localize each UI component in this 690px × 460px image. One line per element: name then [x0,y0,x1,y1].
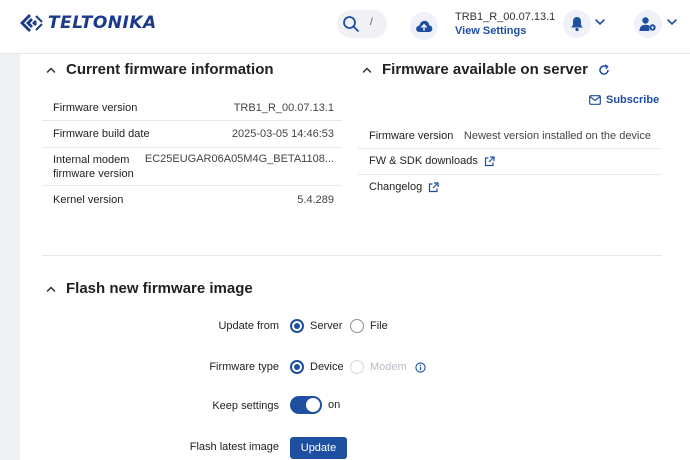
table-row: Internal modem firmware version EC25EUGA… [42,148,342,186]
radio-server[interactable]: Server [290,319,342,333]
radio-dot-disabled [350,360,364,374]
radio-label: Server [310,320,343,332]
table-row: Kernel version 5.4.289 [42,186,342,212]
external-link-icon [484,155,495,166]
flash-fw-title: Flash new firmware image [66,280,253,297]
current-fw-header[interactable]: Current firmware information [46,61,274,78]
radio-device[interactable]: Device [290,360,344,374]
update-from-label: Update from [218,320,279,332]
row-value: 2025-03-05 14:46:53 [231,128,334,140]
fw-sdk-downloads-link[interactable]: FW & SDK downloads [369,155,495,167]
subscribe-button[interactable]: Subscribe [589,94,659,106]
firmware-card: Current firmware information Firmware ve… [20,54,690,460]
row-label: Firmware version [369,130,454,142]
firmware-type-label: Firmware type [209,361,279,373]
row-label: Kernel version [53,194,124,206]
row-label: Firmware build date [53,128,150,140]
row-value: Newest version installed on the device [463,130,651,142]
table-row: Firmware build date 2025-03-05 14:46:53 [42,121,342,148]
chevron-down-icon[interactable] [594,17,606,27]
notifications-button[interactable] [563,10,591,38]
chevron-down-icon[interactable] [666,17,678,27]
row-label: Internal modem firmware version [53,154,134,180]
user-menu-button[interactable] [634,10,662,38]
refresh-icon[interactable] [598,63,610,76]
table-row: FW & SDK downloads [358,149,661,175]
radio-modem: Modem [350,360,426,374]
mail-icon [589,95,601,105]
search-button[interactable] [337,10,365,38]
server-fw-header[interactable]: Firmware available on server [362,61,610,78]
cloud-upload-icon [416,20,433,32]
radio-label: Modem [370,361,407,373]
top-header: TELTONIKA / TRB1_R_00.07.13.1 View Setti… [0,0,690,54]
changelog-link[interactable]: Changelog [369,181,439,193]
chevron-up-icon [362,66,372,73]
radio-dot[interactable] [350,319,364,333]
link-label: Changelog [369,181,423,193]
radio-dot-selected[interactable] [290,319,304,333]
server-fw-title: Firmware available on server [382,61,588,78]
view-settings-link[interactable]: View Settings [455,25,526,37]
keep-settings-toggle[interactable] [290,396,322,414]
row-value: EC25EUGAR06A05M4G_BETA1108... [144,153,334,165]
logo-text: TELTONIKA [48,13,157,33]
radio-label: Device [310,361,344,373]
keep-settings-label: Keep settings [212,400,279,412]
flash-fw-header[interactable]: Flash new firmware image [46,280,253,297]
table-row: Firmware version TRB1_R_00.07.13.1 [42,96,342,121]
firmware-cloud-button[interactable] [410,12,438,40]
table-row: Changelog [358,175,661,201]
teltonika-logo-icon [20,14,43,32]
radio-label: File [370,320,388,332]
section-divider [42,255,662,256]
user-settings-icon [639,17,656,31]
update-button[interactable]: Update [290,437,347,459]
row-value: 5.4.289 [297,194,334,206]
keep-settings-state: on [328,399,341,411]
row-label: Firmware version [53,102,138,114]
header-firmware-version: TRB1_R_00.07.13.1 [455,11,556,23]
chevron-up-icon [46,66,56,73]
current-fw-title: Current firmware information [66,61,274,78]
chevron-up-icon [46,285,56,292]
subscribe-label: Subscribe [606,94,660,106]
flash-latest-label: Flash latest image [189,441,279,453]
search-icon [343,16,359,32]
external-link-icon [429,181,439,192]
table-row: Firmware version Newest version installe… [358,123,661,149]
link-label: FW & SDK downloads [369,155,478,167]
row-value: TRB1_R_00.07.13.1 [233,102,334,114]
info-icon[interactable] [415,361,426,373]
search-shortcut: / [370,17,373,28]
radio-dot-selected[interactable] [290,360,304,374]
teltonika-logo[interactable]: TELTONIKA [18,12,157,34]
search-box[interactable]: / [337,10,387,38]
bell-icon [571,17,583,32]
radio-file[interactable]: File [350,319,388,333]
